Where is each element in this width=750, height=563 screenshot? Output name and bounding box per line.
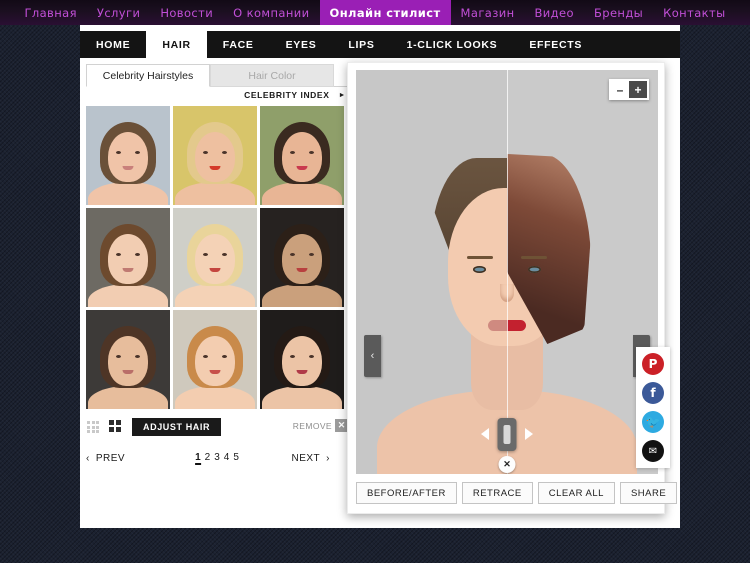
celebrity-thumbnail[interactable]: [260, 208, 344, 307]
zoom-in-button[interactable]: +: [629, 81, 647, 98]
before-after-stage[interactable]: – + ‹ › ✕: [356, 70, 658, 474]
site-top-navigation: Главная Услуги Новости О компании Онлайн сти…: [0, 0, 750, 25]
remove-label: REMOVE: [292, 420, 332, 431]
celebrity-index-link[interactable]: CELEBRITY INDEX ►: [244, 90, 346, 100]
topnav-item-8[interactable]: Бренды: [584, 0, 653, 25]
celebrity-thumbnail[interactable]: [86, 106, 170, 205]
hairstyle-panel-toolbar: ADJUST HAIR REMOVE ✕: [86, 418, 348, 440]
chevron-right-icon: ›: [326, 452, 330, 464]
pagination-page[interactable]: 5: [233, 452, 239, 465]
subtab-celebrity-hairstyles[interactable]: Celebrity Hairstyles: [86, 64, 210, 87]
tab-lips[interactable]: LIPS: [332, 31, 390, 58]
celebrity-index-label: CELEBRITY INDEX: [244, 90, 330, 100]
before-after-slider-handle[interactable]: [497, 418, 517, 451]
topnav-item-9[interactable]: Контакты: [653, 0, 735, 25]
twitter-icon[interactable]: 🐦: [642, 411, 664, 433]
editor-tab-strip: HOME HAIR FACE EYES LIPS 1-CLICK LOOKS EFFECTS: [80, 31, 680, 58]
topnav-item-7[interactable]: Видео: [525, 0, 584, 25]
tab-face[interactable]: FACE: [207, 31, 270, 58]
pagination-next[interactable]: NEXT ›: [291, 453, 330, 464]
clear-all-button[interactable]: CLEAR ALL: [537, 482, 615, 504]
tab-1-click-looks[interactable]: 1-CLICK LOOKS: [391, 31, 514, 58]
celebrity-thumbnail[interactable]: [173, 310, 257, 409]
topnav-item-2[interactable]: Услуги: [87, 0, 150, 25]
email-icon[interactable]: ✉: [642, 440, 664, 462]
tab-effects[interactable]: EFFECTS: [513, 31, 598, 58]
tab-eyes[interactable]: EYES: [270, 31, 333, 58]
pagination: ‹ PREV 12345 NEXT ›: [86, 448, 348, 468]
pagination-page[interactable]: 1: [195, 452, 201, 465]
hair-subtab-bar: Celebrity Hairstyles Hair Color: [86, 64, 348, 87]
adjust-hair-label: ADJUST HAIR: [143, 422, 211, 432]
before-after-button[interactable]: BEFORE/AFTER: [356, 482, 457, 504]
remove-button[interactable]: REMOVE ✕: [293, 419, 348, 432]
share-button[interactable]: SHARE: [619, 482, 678, 504]
hairstyle-browser-panel: Celebrity Hairstyles Hair Color CELEBRITY…: [86, 60, 348, 480]
topnav-item-6[interactable]: Магазин: [451, 0, 525, 25]
pagination-pages: 12345: [195, 452, 239, 465]
topnav-item-4[interactable]: О компании: [223, 0, 319, 25]
adjust-hair-button[interactable]: ADJUST HAIR: [132, 418, 222, 436]
preview-card: – + ‹ › ✕ Pf 🐦 ✉ BEFORE/AFTERRETRACECLEAR …: [347, 62, 678, 514]
large-grid-view-icon[interactable]: [109, 420, 121, 432]
celebrity-thumbnail[interactable]: [260, 310, 344, 409]
celebrity-thumbnail[interactable]: [86, 310, 170, 409]
pagination-next-label: NEXT: [291, 452, 321, 464]
celebrity-thumbnail[interactable]: [86, 208, 170, 307]
zoom-out-button[interactable]: –: [611, 81, 629, 98]
subtab-hair-color[interactable]: Hair Color: [210, 64, 334, 87]
pagination-page[interactable]: 2: [205, 452, 211, 465]
small-grid-view-icon[interactable]: [87, 421, 99, 433]
tab-home[interactable]: HOME: [80, 31, 146, 58]
celebrity-thumbnail[interactable]: [260, 106, 344, 205]
tab-hair[interactable]: HAIR: [146, 31, 207, 58]
pagination-prev[interactable]: ‹ PREV: [86, 453, 125, 464]
slider-close-button[interactable]: ✕: [498, 456, 516, 473]
before-after-divider: [507, 70, 508, 474]
slider-left-arrow[interactable]: [481, 428, 489, 440]
zoom-controls: – +: [609, 79, 649, 100]
social-share-rail: Pf 🐦 ✉: [636, 347, 670, 468]
slider-right-arrow[interactable]: [525, 428, 533, 440]
retrace-button[interactable]: RETRACE: [461, 482, 533, 504]
pagination-prev-label: PREV: [95, 452, 126, 464]
topnav-item-3[interactable]: Новости: [150, 0, 223, 25]
celebrity-thumbnail-grid: [86, 106, 348, 411]
celebrity-thumbnail[interactable]: [173, 106, 257, 205]
chevron-left-icon: ‹: [86, 452, 90, 464]
celebrity-thumbnail[interactable]: [173, 208, 257, 307]
previous-look-arrow[interactable]: ‹: [364, 335, 381, 377]
preview-action-buttons: BEFORE/AFTER RETRACE CLEAR ALL SHARE: [356, 482, 678, 504]
chevron-right-icon: ►: [338, 91, 346, 99]
topnav-item-1[interactable]: Главная: [14, 0, 86, 25]
facebook-icon[interactable]: f: [642, 382, 664, 404]
pinterest-icon[interactable]: P: [642, 353, 664, 375]
pagination-page[interactable]: 4: [224, 452, 230, 465]
pagination-page[interactable]: 3: [214, 452, 220, 465]
topnav-item-5[interactable]: Онлайн стилист: [319, 0, 451, 25]
